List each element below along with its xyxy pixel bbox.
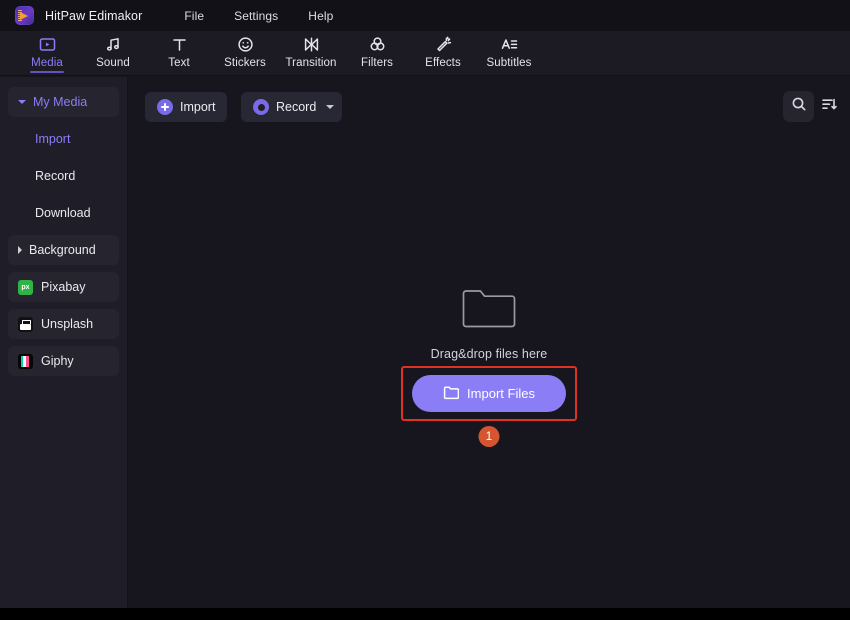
- sidebar-item-giphy[interactable]: Giphy: [8, 346, 119, 376]
- media-action-bar: Import Record: [128, 77, 850, 131]
- tab-filters[interactable]: Filters: [344, 31, 410, 69]
- tab-text[interactable]: Text: [146, 31, 212, 69]
- import-files-wrapper: Import Files 1: [401, 366, 577, 447]
- sidebar-item-label: Record: [35, 169, 76, 183]
- smiley-face-icon: [237, 35, 254, 54]
- folder-icon: [461, 286, 517, 333]
- sidebar-item-import[interactable]: Import: [8, 124, 119, 154]
- music-note-icon: [105, 35, 122, 54]
- app-window: HitPaw Edimakor File Settings Help Media…: [0, 0, 850, 620]
- menu-item-file[interactable]: File: [184, 9, 204, 23]
- folder-open-icon: [443, 385, 460, 403]
- sidebar-item-label: Unsplash: [41, 317, 94, 331]
- tab-label: Sound: [96, 57, 130, 69]
- sidebar-item-label: Pixabay: [41, 280, 86, 294]
- record-circle-icon: [253, 99, 269, 115]
- import-files-button[interactable]: Import Files: [412, 375, 566, 412]
- sidebar-item-download[interactable]: Download: [8, 198, 119, 228]
- sidebar-item-label: Import: [35, 132, 71, 146]
- sidebar-item-record[interactable]: Record: [8, 161, 119, 191]
- sidebar-item-background[interactable]: Background: [8, 235, 119, 265]
- tab-label: Effects: [425, 57, 461, 69]
- tab-label: Text: [168, 57, 190, 69]
- tab-sound[interactable]: Sound: [80, 31, 146, 69]
- media-sidebar: My Media Import Record Download Backgrou…: [0, 77, 128, 608]
- bottom-strip: [0, 608, 850, 620]
- filters-circles-icon: [369, 35, 386, 54]
- giphy-icon: [18, 353, 33, 369]
- title-bar: HitPaw Edimakor File Settings Help: [0, 0, 850, 31]
- tab-label: Media: [31, 57, 63, 69]
- menu-item-help[interactable]: Help: [308, 9, 333, 23]
- caret-right-icon: [18, 246, 22, 254]
- sidebar-item-label: Background: [29, 243, 96, 257]
- tab-media[interactable]: Media: [14, 31, 80, 73]
- sidebar-item-label: Download: [35, 206, 91, 220]
- main-toolbar: Media Sound Text Stickers Transition Fil…: [0, 31, 850, 76]
- menu-item-settings[interactable]: Settings: [234, 9, 278, 23]
- tab-transition[interactable]: Transition: [278, 31, 344, 69]
- tab-stickers[interactable]: Stickers: [212, 31, 278, 69]
- sidebar-item-unsplash[interactable]: Unsplash: [8, 309, 119, 339]
- record-button-label: Record: [276, 100, 317, 114]
- unsplash-icon: [18, 316, 33, 332]
- search-button[interactable]: [783, 91, 814, 122]
- plus-circle-icon: [157, 99, 173, 115]
- media-content-panel: Import Record Drag&drop files here Impor…: [128, 77, 850, 608]
- annotation-step-badge: 1: [478, 426, 500, 447]
- pixabay-icon: px: [18, 279, 33, 295]
- magic-wand-icon: [435, 35, 452, 54]
- media-icon: [39, 35, 56, 54]
- tab-label: Subtitles: [486, 57, 532, 69]
- menu-bar: File Settings Help: [184, 9, 333, 23]
- media-dropzone[interactable]: Drag&drop files here Import Files 1: [128, 131, 850, 608]
- subtitles-a-lines-icon: [501, 35, 518, 54]
- import-button[interactable]: Import: [145, 92, 228, 122]
- sidebar-item-my-media[interactable]: My Media: [8, 87, 119, 117]
- tab-label: Stickers: [224, 57, 266, 69]
- dropzone-hint-text: Drag&drop files here: [430, 347, 548, 361]
- transition-bowtie-icon: [303, 35, 320, 54]
- sort-button[interactable]: [814, 91, 845, 122]
- record-button[interactable]: Record: [241, 92, 343, 122]
- hitpaw-logo-icon: [15, 6, 34, 25]
- import-files-label: Import Files: [467, 386, 535, 401]
- sidebar-item-pixabay[interactable]: px Pixabay: [8, 272, 119, 302]
- tab-label: Transition: [285, 57, 337, 69]
- tab-label: Filters: [360, 57, 393, 69]
- text-t-icon: [171, 35, 188, 54]
- tab-subtitles[interactable]: Subtitles: [476, 31, 542, 69]
- tab-effects[interactable]: Effects: [410, 31, 476, 69]
- chevron-down-icon[interactable]: [326, 105, 335, 109]
- search-icon: [791, 96, 807, 117]
- import-button-label: Import: [180, 100, 216, 114]
- app-title: HitPaw Edimakor: [45, 8, 143, 23]
- sort-descending-icon: [821, 96, 838, 118]
- sidebar-item-label: Giphy: [41, 354, 74, 368]
- caret-down-icon: [18, 100, 26, 104]
- sidebar-item-label: My Media: [33, 95, 88, 109]
